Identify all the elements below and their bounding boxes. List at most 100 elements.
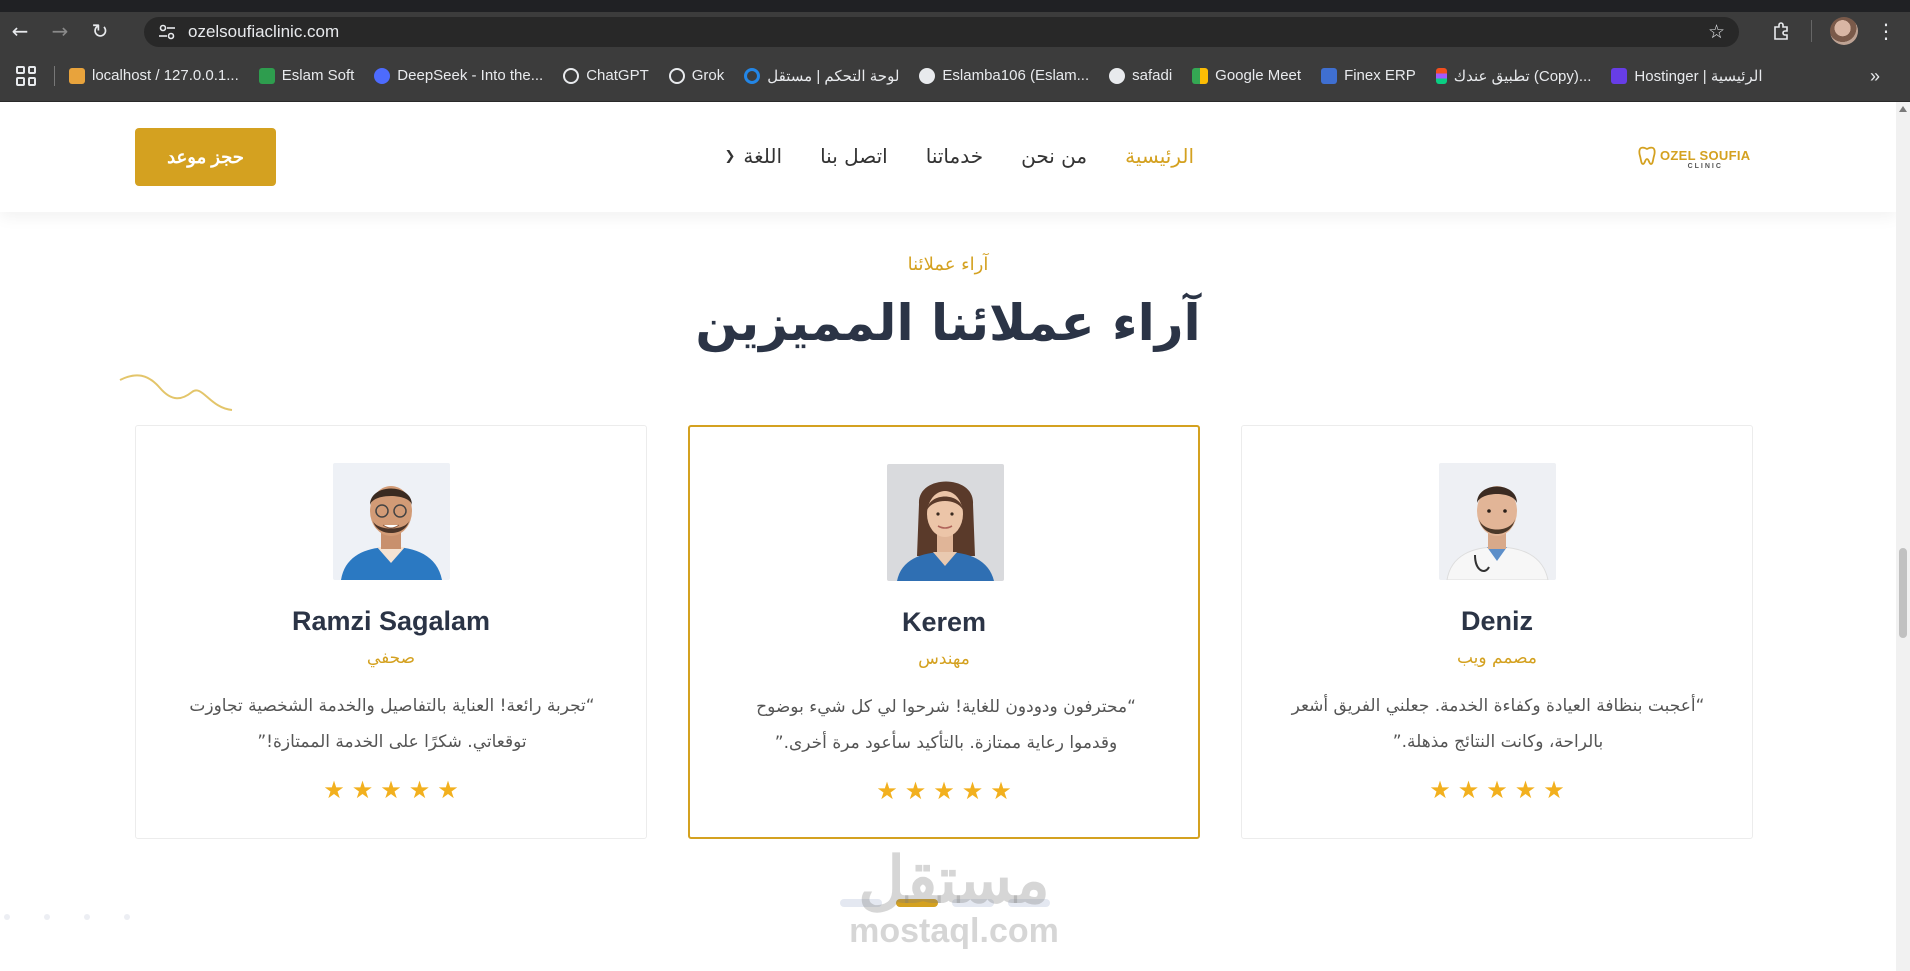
bookmark-mostaql-dashboard[interactable]: لوحة التحكم | مستقل [744, 67, 899, 85]
browser-menu-icon[interactable]: ⋮ [1876, 21, 1896, 41]
tooth-logo-icon [1638, 146, 1656, 172]
browser-tab-strip [0, 0, 1910, 12]
decorative-squiggle [119, 374, 233, 411]
star-icon: ★ [437, 776, 459, 804]
chevron-down-icon: ❯ [724, 148, 736, 164]
logo-line-1: OZEL SOUFIA [1660, 147, 1751, 163]
watermark-arabic: مستقل [858, 844, 1050, 916]
avatar [333, 463, 450, 580]
book-appointment-button[interactable]: حجز موعد [135, 128, 276, 186]
github-icon [1109, 67, 1126, 84]
toolbar-right: ⋮ [1769, 12, 1910, 50]
bookmark-chatgpt[interactable]: ChatGPT [563, 67, 649, 84]
avatar [887, 464, 1004, 581]
nav-language-label: اللغة [743, 144, 783, 168]
star-icon: ★ [1486, 776, 1508, 804]
reload-icon: ↻ [91, 19, 109, 43]
star-icon: ★ [933, 777, 955, 805]
page-scrollbar[interactable] [1896, 102, 1910, 971]
decorative-dots [4, 914, 130, 920]
clinic-logo[interactable]: OZEL SOUFIA CLINIC [1638, 146, 1750, 172]
star-icon: ★ [408, 776, 431, 804]
reload-button[interactable]: ↻ [80, 12, 120, 50]
apps-grid-icon[interactable] [14, 64, 38, 88]
finex-icon [1321, 67, 1338, 84]
mostaql-icon [744, 67, 761, 84]
site-info-icon[interactable] [156, 21, 178, 43]
star-icon: ★ [1543, 776, 1565, 804]
nav-about[interactable]: من نحن [1021, 144, 1087, 168]
url-text: ozelsoufiaclinic.com [188, 22, 340, 41]
testimonial-name: Ramzi Sagalam [291, 606, 491, 636]
star-icon: ★ [1429, 776, 1451, 804]
profile-avatar[interactable] [1830, 17, 1858, 45]
bookmark-hostinger[interactable]: Hostinger | الرئيسية [1611, 67, 1763, 85]
mostaql-watermark: مستقل mostaql.com [838, 848, 1070, 948]
star-icon: ★ [876, 777, 898, 805]
testimonial-role: صحفي [366, 648, 416, 668]
bookmark-finex-erp[interactable]: Finex ERP [1321, 67, 1416, 84]
arrow-left-icon: ← [11, 19, 29, 43]
site-header: OZEL SOUFIA CLINIC الرئيسية من نحن خدمات… [0, 102, 1896, 212]
google-meet-icon [1192, 67, 1209, 84]
browser-toolbar: ← → ↻ ozelsoufiaclinic.com ☆ ⋮ [0, 12, 1910, 50]
testimonial-quote: “أعجبت بنظافة العيادة وكفاءة الخدمة. جعل… [1291, 696, 1705, 752]
testimonial-card: Deniz مصمم ويب “أعجبت بنظافة العيادة وكف… [1241, 425, 1753, 839]
bookmark-localhost[interactable]: localhost / 127.0.0.1... [69, 67, 239, 84]
testimonial-card-featured: Kerem مهندس “محترفون ودودون للغاية! شرحو… [688, 425, 1200, 839]
bookmarks-bar: localhost / 127.0.0.1... Eslam Soft Deep… [0, 50, 1910, 102]
avatar [1439, 463, 1556, 580]
testimonial-role: مصمم ويب [1456, 648, 1538, 668]
watermark-latin: mostaql.com [849, 912, 1059, 950]
address-bar[interactable]: ozelsoufiaclinic.com ☆ [144, 17, 1739, 47]
star-icon: ★ [323, 776, 345, 804]
bookmark-grok[interactable]: Grok [668, 67, 724, 84]
bookmark-figma-app[interactable]: تطبيق عندك (Copy)... [1435, 67, 1591, 85]
testimonial-name: Deniz [1460, 606, 1533, 636]
phpmyadmin-icon [69, 67, 85, 84]
star-icon: ★ [380, 776, 402, 804]
star-icon: ★ [961, 777, 984, 805]
logo-text: OZEL SOUFIA CLINIC [1660, 149, 1750, 170]
forward-button[interactable]: → [40, 12, 80, 50]
bookmarks-divider [54, 65, 55, 86]
bookmark-safadi[interactable]: safadi [1109, 67, 1172, 84]
testimonial-name: Kerem [901, 607, 987, 637]
chatgpt-icon [563, 67, 580, 84]
testimonial-quote: “تجربة رائعة! العناية بالتفاصيل والخدمة … [189, 696, 595, 752]
github-icon [919, 67, 936, 84]
star-icon: ★ [904, 777, 927, 805]
bookmark-github-eslamba106[interactable]: Eslamba106 (Eslam... [919, 67, 1089, 84]
back-button[interactable]: ← [0, 12, 40, 50]
rating-stars: ★ ★ ★ ★ ★ [690, 779, 1198, 803]
bookmark-google-meet[interactable]: Google Meet [1192, 67, 1301, 84]
bookmark-eslam-soft[interactable]: Eslam Soft [258, 67, 354, 84]
toolbar-divider [1811, 20, 1812, 42]
page-viewport: OZEL SOUFIA CLINIC الرئيسية من نحن خدمات… [0, 102, 1896, 971]
logo-line-2: CLINIC [1687, 162, 1723, 170]
scrollbar-thumb[interactable] [1899, 548, 1907, 638]
star-icon: ★ [351, 776, 374, 804]
more-bookmarks-icon[interactable]: » [1870, 66, 1880, 87]
hostinger-icon [1611, 67, 1628, 84]
section-title: آراء عملائنا المميزين [695, 294, 1201, 352]
bookmark-deepseek[interactable]: DeepSeek - Into the... [374, 67, 543, 84]
testimonial-card: Ramzi Sagalam صحفي “تجربة رائعة! العناية… [135, 425, 647, 839]
nav-contact[interactable]: اتصل بنا [820, 144, 888, 168]
rating-stars: ★ ★ ★ ★ ★ [136, 778, 646, 802]
extensions-puzzle-icon[interactable] [1769, 19, 1793, 43]
section-eyebrow: آراء عملائنا [907, 254, 989, 275]
scroll-up-arrow-icon[interactable] [1899, 106, 1907, 112]
rating-stars: ★ ★ ★ ★ ★ [1242, 778, 1752, 802]
deepseek-icon [374, 67, 391, 84]
eslam-soft-icon [258, 67, 275, 84]
main-navigation: الرئيسية من نحن خدماتنا اتصل بنا اللغة ❯ [725, 144, 1195, 168]
nav-home[interactable]: الرئيسية [1125, 144, 1194, 168]
testimonial-quote: “محترفون ودودون للغاية! شرحوا لي كل شيء … [756, 697, 1136, 753]
star-icon: ★ [1514, 776, 1537, 804]
bookmark-star-icon[interactable]: ☆ [1708, 21, 1725, 43]
nav-services[interactable]: خدماتنا [926, 144, 983, 168]
figma-icon [1435, 67, 1447, 84]
star-icon: ★ [1457, 776, 1480, 804]
nav-language-dropdown[interactable]: اللغة ❯ [725, 144, 783, 168]
